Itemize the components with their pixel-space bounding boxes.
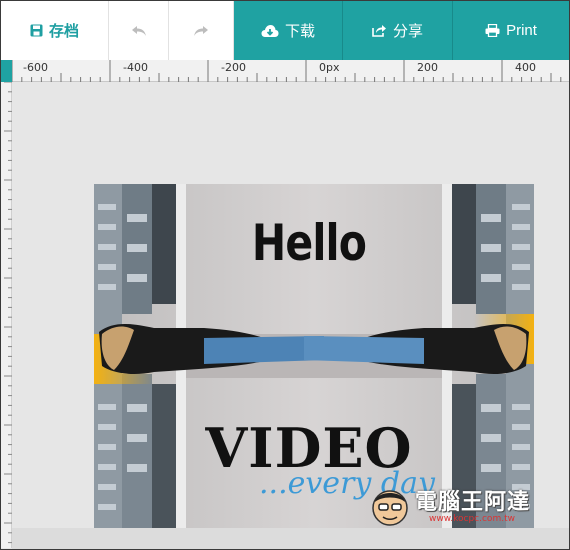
watermark: 電腦王阿達 www.kocpc.com.tw [367, 484, 539, 530]
download-button[interactable]: 下载 [234, 1, 343, 60]
undo-button[interactable] [109, 1, 169, 60]
ruler-label: -600 [23, 61, 48, 74]
toolbar: 存档 下载 分享 Print [1, 1, 569, 60]
ruler-label: 400 [515, 61, 536, 74]
ruler-label: 0px [319, 61, 340, 74]
headline-text[interactable]: Hello [133, 214, 486, 272]
ruler-label: -400 [123, 61, 148, 74]
save-button[interactable]: 存档 [1, 1, 109, 60]
watermark-url: www.kocpc.com.tw [429, 514, 515, 524]
redo-button[interactable] [169, 1, 234, 60]
canvas-bottom-margin [12, 528, 569, 549]
print-icon [485, 24, 500, 37]
ruler-label: 200 [417, 61, 438, 74]
download-label: 下载 [284, 23, 315, 40]
mascot-icon [372, 490, 408, 526]
horizontal-ruler[interactable]: -600 -400 -200 0px 200 400 [1, 60, 569, 82]
print-label: Print [506, 22, 537, 39]
share-button[interactable]: 分享 [343, 1, 453, 60]
cloud-download-icon [261, 24, 279, 38]
watermark-brand: 電腦王阿達 [415, 490, 531, 515]
print-button[interactable]: Print [453, 1, 569, 60]
ruler-corner [1, 60, 12, 82]
editor-window: 存档 下载 分享 Print -600 -400 -200 0px 200 40… [0, 0, 570, 550]
save-icon [30, 24, 43, 37]
design-canvas[interactable]: Hello VIDEO ...every day [94, 184, 534, 528]
redo-icon [193, 25, 209, 37]
ruler-label: -200 [221, 61, 246, 74]
vertical-ruler[interactable] [1, 81, 12, 548]
ruler-ticks [12, 60, 562, 82]
share-label: 分享 [392, 23, 423, 40]
save-label: 存档 [48, 23, 79, 40]
share-icon [372, 24, 387, 37]
undo-icon [131, 25, 147, 37]
vertical-ruler-ticks [4, 81, 12, 544]
